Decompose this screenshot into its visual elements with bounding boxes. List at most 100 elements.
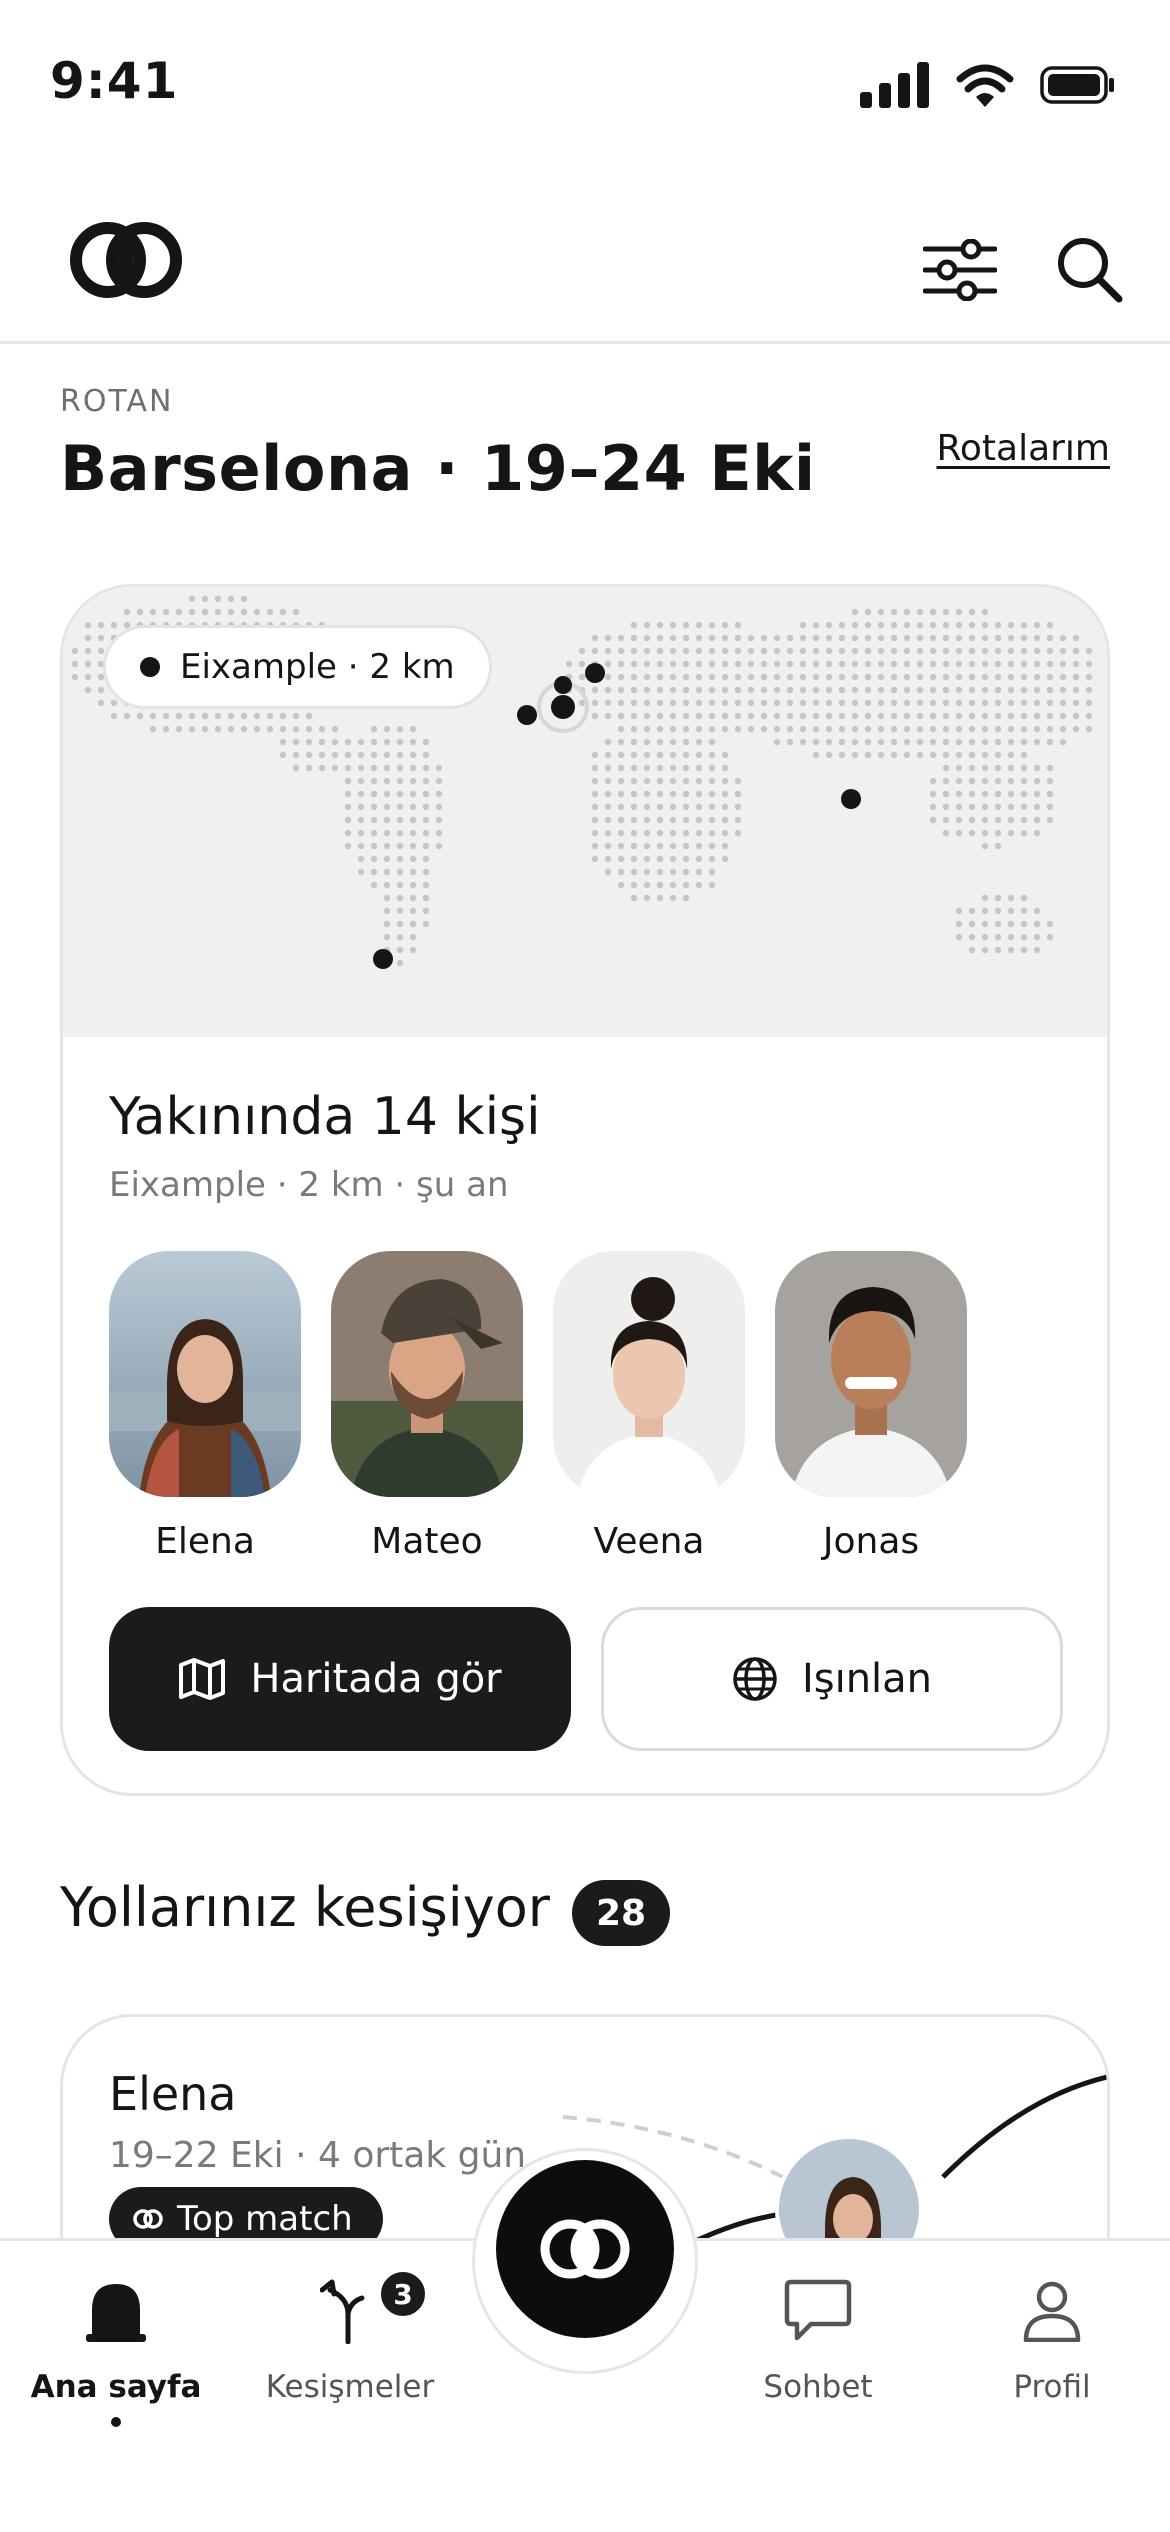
map-dot bbox=[695, 881, 703, 889]
map-dot bbox=[409, 829, 417, 837]
map-dot bbox=[643, 868, 651, 876]
map-dot bbox=[1020, 829, 1028, 837]
map-person-pin[interactable] bbox=[373, 949, 393, 969]
map-dot bbox=[1007, 920, 1015, 928]
map-person-pin[interactable] bbox=[517, 705, 537, 725]
map-dot bbox=[318, 725, 326, 733]
app-logo-icon[interactable] bbox=[70, 218, 182, 306]
person-card[interactable]: Veena bbox=[553, 1251, 745, 1562]
map-dot bbox=[396, 959, 404, 967]
map-dot bbox=[760, 647, 768, 655]
map-dot bbox=[760, 673, 768, 681]
map-dot bbox=[786, 699, 794, 707]
center-action-button[interactable] bbox=[496, 2160, 674, 2338]
map-dot bbox=[578, 660, 586, 668]
map-dot bbox=[968, 634, 976, 642]
map-dot bbox=[747, 686, 755, 694]
map-dot bbox=[968, 816, 976, 824]
map-dot bbox=[682, 725, 690, 733]
map-dot bbox=[409, 751, 417, 759]
map-dot bbox=[708, 725, 716, 733]
map-dot bbox=[708, 881, 716, 889]
map-dot bbox=[968, 764, 976, 772]
map-dot bbox=[357, 764, 365, 772]
map-dot bbox=[682, 829, 690, 837]
map-dot bbox=[942, 660, 950, 668]
map-dot bbox=[994, 764, 1002, 772]
map-dot bbox=[253, 712, 261, 720]
map-dot bbox=[1020, 803, 1028, 811]
map-dot bbox=[786, 686, 794, 694]
person-name: Jonas bbox=[822, 1521, 920, 1562]
filter-button[interactable] bbox=[920, 230, 1000, 310]
map-dot bbox=[877, 738, 885, 746]
map-dot bbox=[292, 764, 300, 772]
map-dot bbox=[604, 699, 612, 707]
map-dot bbox=[929, 647, 937, 655]
map-dot bbox=[669, 868, 677, 876]
map-dot bbox=[643, 621, 651, 629]
map-dot bbox=[825, 686, 833, 694]
map-person-pin[interactable] bbox=[554, 676, 572, 694]
map-dot bbox=[942, 712, 950, 720]
map-dot bbox=[968, 673, 976, 681]
map-dot bbox=[903, 634, 911, 642]
map-dot bbox=[695, 712, 703, 720]
map-dot bbox=[825, 738, 833, 746]
person-card[interactable]: Mateo bbox=[331, 1251, 523, 1562]
map-person-pin[interactable] bbox=[551, 695, 575, 719]
map-dot bbox=[630, 725, 638, 733]
map-dot bbox=[682, 790, 690, 798]
map-dot bbox=[968, 790, 976, 798]
tab-home[interactable]: Ana sayfa bbox=[16, 2271, 216, 2427]
world-map[interactable]: Eixample · 2 km bbox=[63, 587, 1107, 1037]
my-routes-link[interactable]: Rotalarım bbox=[936, 428, 1110, 469]
map-dot bbox=[591, 634, 599, 642]
map-dot bbox=[656, 621, 664, 629]
map-dot bbox=[422, 751, 430, 759]
map-dot bbox=[357, 829, 365, 837]
map-dot bbox=[630, 855, 638, 863]
map-dot bbox=[370, 829, 378, 837]
map-dot bbox=[591, 647, 599, 655]
map-dot bbox=[292, 751, 300, 759]
teleport-button[interactable]: Işınlan bbox=[601, 1607, 1063, 1751]
map-dot bbox=[71, 673, 79, 681]
search-button[interactable] bbox=[1050, 230, 1130, 310]
map-dot bbox=[890, 647, 898, 655]
map-dot bbox=[630, 621, 638, 629]
map-dot bbox=[370, 868, 378, 876]
map-dot bbox=[695, 868, 703, 876]
map-dot bbox=[643, 738, 651, 746]
map-dot bbox=[825, 699, 833, 707]
map-dot bbox=[110, 712, 118, 720]
map-dot bbox=[864, 647, 872, 655]
map-dot bbox=[604, 647, 612, 655]
map-dot bbox=[682, 803, 690, 811]
map-dot bbox=[942, 803, 950, 811]
home-arch-icon bbox=[86, 2284, 146, 2342]
tab-chat[interactable]: Sohbet bbox=[718, 2271, 918, 2405]
map-dot bbox=[669, 712, 677, 720]
map-dot bbox=[396, 920, 404, 928]
person-card[interactable]: Jonas bbox=[775, 1251, 967, 1562]
map-person-pin[interactable] bbox=[841, 789, 861, 809]
map-dot bbox=[1007, 699, 1015, 707]
map-dot bbox=[1046, 764, 1054, 772]
map-dot bbox=[916, 725, 924, 733]
map-dot bbox=[968, 946, 976, 954]
location-chip[interactable]: Eixample · 2 km bbox=[103, 625, 492, 709]
map-dot bbox=[981, 933, 989, 941]
tab-intersections[interactable]: 3 Kesişmeler bbox=[250, 2269, 450, 2405]
map-dot bbox=[1007, 725, 1015, 733]
map-dot bbox=[955, 647, 963, 655]
map-dot bbox=[396, 868, 404, 876]
map-dot bbox=[734, 686, 742, 694]
view-on-map-button[interactable]: Haritada gör bbox=[109, 1607, 571, 1751]
map-person-pin[interactable] bbox=[585, 663, 605, 683]
home-indicator-area bbox=[0, 2430, 1170, 2532]
person-card[interactable]: Elena bbox=[109, 1251, 301, 1562]
map-dot bbox=[240, 595, 248, 603]
map-dot bbox=[1085, 725, 1093, 733]
tab-profile[interactable]: Profil bbox=[952, 2271, 1152, 2405]
